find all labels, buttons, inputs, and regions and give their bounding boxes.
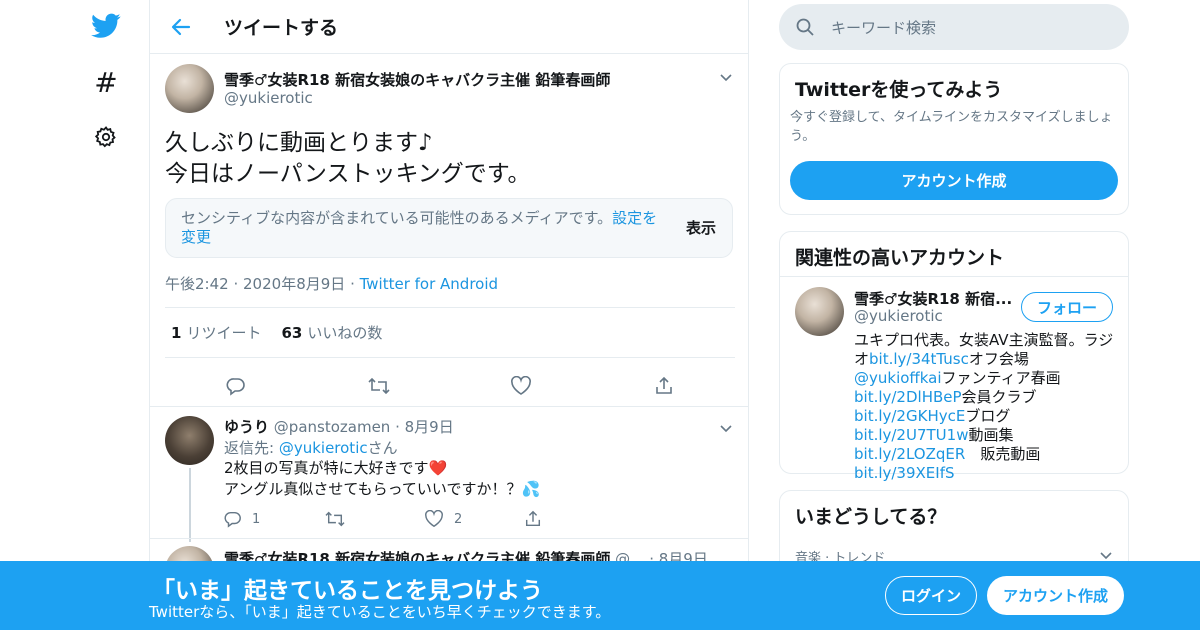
reply-share-action[interactable] — [524, 510, 624, 528]
retweet-stat[interactable]: 1 リツイート — [171, 322, 261, 343]
tweet-author-handle[interactable]: @yukierotic — [224, 89, 313, 107]
retweet-icon — [325, 511, 345, 527]
reply-text: 2枚目の写真が特に大好きです❤️ アングル真似させてもらっていいですか！？💦 — [224, 458, 540, 500]
chevron-down-icon[interactable] — [718, 69, 734, 85]
bio-link[interactable]: bit.ly/2U7TU1w — [854, 426, 968, 444]
reply-date[interactable]: 8月9日 — [405, 418, 454, 436]
reply-text-line: アングル真似させてもらっていいですか！？💦 — [224, 480, 541, 498]
page-title: ツイートする — [224, 17, 339, 39]
related-accounts-card: 関連性の高いアカウント 雪季♂女装R18 新宿... @yukierotic フ… — [779, 231, 1129, 482]
tweet-detail-column: ツイートする 雪季♂女装R18 新宿女装娘のキャバクラ主催 鉛筆春画師 @yuk… — [149, 0, 749, 630]
avatar[interactable] — [795, 287, 844, 336]
bio-text: ブログ — [965, 407, 1011, 425]
reply-retweet-action[interactable] — [324, 510, 424, 528]
reply-count: 1 — [252, 511, 261, 527]
chevron-down-icon[interactable] — [718, 420, 734, 436]
create-account-button[interactable]: アカウント作成 — [790, 161, 1118, 200]
retweet-label: リツイート — [186, 324, 262, 342]
tweet-text: 久しぶりに動画とります♪ 今日はノーパンストッキングです。 — [165, 128, 735, 190]
related-card-title: 関連性の高いアカウント — [795, 247, 1005, 269]
search-box[interactable]: キーワード検索 — [779, 4, 1129, 50]
signup-card: Twitterを使ってみよう 今すぐ登録して、タイムラインをカスタマイズしましょ… — [779, 63, 1129, 215]
reply-icon[interactable] — [224, 374, 248, 398]
divider — [150, 538, 748, 539]
settings-gear-icon[interactable] — [90, 121, 122, 153]
replying-to: 返信先: @yukieroticさん — [224, 437, 398, 458]
replying-prefix: 返信先: — [224, 439, 279, 457]
like-stat[interactable]: 63 いいねの数 — [281, 322, 382, 343]
tweet-time[interactable]: 午後2:42 — [165, 275, 229, 293]
like-heart-icon — [425, 510, 443, 528]
sensitive-media-notice: センシティブな内容が含まれている可能性のあるメディアです。設定を変更 表示 — [165, 198, 733, 258]
reply-like-count: 2 — [454, 511, 463, 527]
bio-text: 動画集 — [968, 426, 1014, 444]
reply-header: ゆうり @panstozamen · 8月9日 — [224, 418, 454, 436]
divider — [150, 406, 748, 407]
sensitive-message: センシティブな内容が含まれている可能性のあるメディアです。 — [181, 209, 613, 227]
explore-hashtag-icon[interactable]: # — [90, 66, 122, 99]
like-heart-icon[interactable] — [509, 374, 533, 398]
tweet-stats: 1 リツイート 63 いいねの数 — [165, 307, 735, 358]
search-placeholder[interactable]: キーワード検索 — [831, 17, 936, 38]
tweet-author-name[interactable]: 雪季♂女装R18 新宿女装娘のキャバクラ主催 鉛筆春画師 — [224, 69, 610, 90]
related-account-name[interactable]: 雪季♂女装R18 新宿... — [854, 288, 1012, 309]
signup-button[interactable]: アカウント作成 — [987, 576, 1124, 615]
reply-actions: 1 2 — [224, 508, 624, 530]
replying-suffix: さん — [367, 439, 398, 457]
tweet-source[interactable]: Twitter for Android — [360, 275, 498, 293]
share-icon[interactable] — [652, 374, 676, 398]
reply-author-name[interactable]: ゆうり — [224, 418, 269, 436]
search-icon — [796, 18, 814, 36]
reply-text-line: 2枚目の写真が特に大好きです❤️ — [224, 459, 448, 477]
avatar[interactable] — [165, 416, 214, 465]
bio-link[interactable]: bit.ly/2DlHBeP — [854, 388, 962, 406]
show-media-button[interactable]: 表示 — [686, 219, 716, 238]
tweet-text-line: 今日はノーパンストッキングです。 — [165, 161, 531, 187]
retweet-icon[interactable] — [367, 374, 391, 398]
like-label: いいねの数 — [307, 324, 383, 342]
signup-card-title: Twitterを使ってみよう — [795, 79, 1003, 101]
page-header: ツイートする — [150, 0, 748, 54]
bio-link[interactable]: bit.ly/39XEIfS — [854, 464, 955, 482]
bio-text: 販売動画 — [965, 445, 1056, 463]
bio-text: ファンティア春画 — [941, 369, 1061, 387]
signup-card-desc: 今すぐ登録して、タイムラインをカスタマイズしましょう。 — [790, 110, 1113, 144]
follow-button[interactable]: フォロー — [1021, 292, 1113, 322]
tweet-date[interactable]: 2020年8月9日 — [243, 275, 345, 293]
bio-link[interactable]: bit.ly/2LOZqER — [854, 445, 965, 463]
twitter-logo-icon[interactable] — [90, 10, 122, 42]
tweet-metadata: 午後2:42 · 2020年8月9日 · Twitter for Android — [165, 275, 499, 293]
related-account-bio: ユキプロ代表。女装AV主演監督。ラジオbit.ly/34tTuscオフ会場@yu… — [854, 331, 1116, 483]
bio-text: 会員クラブ — [961, 388, 1037, 406]
replying-handle-link[interactable]: @yukierotic — [279, 439, 368, 457]
reply-reply-action[interactable]: 1 — [224, 510, 324, 528]
share-icon — [525, 510, 541, 527]
banner-title: 「いま」起きていることを見つけよう — [152, 578, 543, 604]
bio-link[interactable]: bit.ly/2GKHycE — [854, 407, 965, 425]
reply-icon — [224, 511, 241, 528]
thread-line — [189, 468, 191, 542]
reply-like-action[interactable]: 2 — [424, 510, 524, 528]
reply-author-handle[interactable]: @panstozamen — [274, 418, 391, 436]
bio-link[interactable]: @yukioffkai — [854, 369, 942, 387]
like-count: 63 — [281, 324, 303, 342]
trends-card-title: いまどうしてる？ — [795, 506, 947, 528]
tweet-actions — [165, 366, 735, 406]
bio-text: オフ会場 — [968, 350, 1029, 368]
avatar[interactable] — [165, 64, 214, 113]
signup-banner: 「いま」起きていることを見つけよう Twitterなら、「いま」起きていることを… — [0, 561, 1200, 630]
back-arrow-icon[interactable] — [166, 12, 196, 42]
banner-subtitle: Twitterなら、「いま」起きていることをいち早くチェックできます。 — [149, 603, 611, 621]
related-account-handle[interactable]: @yukierotic — [854, 307, 943, 325]
divider — [780, 276, 1128, 277]
retweet-count: 1 — [171, 324, 182, 342]
bio-link[interactable]: bit.ly/34tTusc — [869, 350, 969, 368]
tweet-text-line: 久しぶりに動画とります♪ — [165, 130, 433, 156]
login-button[interactable]: ログイン — [885, 576, 977, 615]
